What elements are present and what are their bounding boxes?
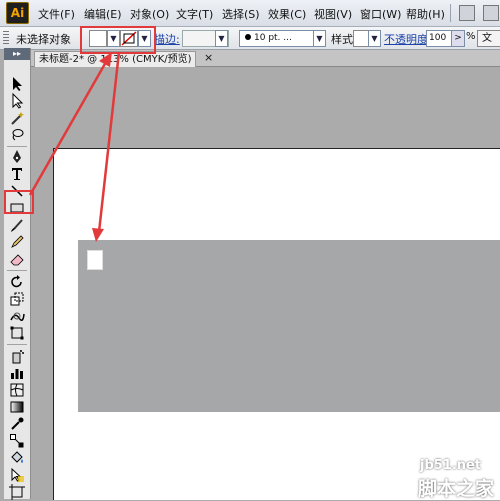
illustrator-logo: Ai — [6, 2, 29, 24]
menu-bar: Ai 文件(F) 编辑(E) 对象(O) 文字(T) 选择(S) 效果(C) 视… — [0, 0, 500, 27]
menu-file[interactable]: 文件(F) — [38, 6, 75, 22]
live-paint-bucket-tool-icon[interactable] — [9, 450, 25, 466]
control-bar: 未选择对象 ▼ ▼ 描边: ▼ 10 pt. ... ▼ 样式: ▼ 不透明度:… — [0, 27, 500, 50]
rectangle-shape[interactable] — [78, 240, 500, 412]
fill-stroke-highlight — [80, 26, 156, 54]
menu-effect[interactable]: 效果(C) — [268, 6, 306, 22]
arrange-documents-button[interactable] — [483, 5, 499, 21]
opacity-field[interactable]: 100 — [426, 30, 452, 47]
mesh-tool-icon[interactable] — [9, 382, 25, 398]
opacity-label[interactable]: 不透明度: — [384, 31, 432, 47]
toolbox-divider — [7, 344, 27, 345]
blend-tool-icon[interactable] — [9, 433, 25, 449]
pen-tool-icon[interactable] — [9, 149, 25, 165]
scale-tool-icon[interactable] — [9, 291, 25, 307]
warp-tool-icon[interactable] — [9, 308, 25, 324]
type-tool-icon[interactable] — [9, 166, 25, 182]
menu-window[interactable]: 窗口(W) — [360, 6, 401, 22]
paintbrush-tool-icon[interactable] — [9, 217, 25, 233]
magic-wand-tool-icon[interactable] — [9, 110, 25, 126]
menu-help[interactable]: 帮助(H) — [406, 6, 445, 22]
style-swatch[interactable] — [353, 30, 369, 47]
menu-edit[interactable]: 编辑(E) — [84, 6, 122, 22]
document-setup-button[interactable]: 文 — [477, 30, 500, 47]
live-paint-selection-tool-icon[interactable] — [9, 467, 25, 483]
symbol-sprayer-tool-icon[interactable] — [9, 348, 25, 364]
eraser-tool-icon[interactable] — [9, 251, 25, 267]
menu-view[interactable]: 视图(V) — [314, 6, 352, 22]
menu-object[interactable]: 对象(O) — [130, 6, 169, 22]
watermark-text: 脚本之家 — [418, 478, 495, 500]
bridge-button[interactable] — [459, 5, 475, 21]
toolbox: ▸▸ — [4, 48, 31, 500]
brush-dot-icon — [245, 34, 251, 40]
watermark-site: jb51.net — [420, 458, 482, 473]
artboard-tool-icon[interactable] — [9, 484, 25, 500]
selection-tool-icon[interactable] — [9, 76, 25, 92]
toolbox-divider — [7, 270, 27, 271]
opacity-unit: % — [466, 31, 476, 42]
toolbox-divider — [7, 146, 27, 147]
grip-icon[interactable] — [3, 31, 9, 45]
menu-type[interactable]: 文字(T) — [176, 6, 213, 22]
stroke-label[interactable]: 描边: — [154, 31, 180, 47]
menu-select[interactable]: 选择(S) — [222, 6, 260, 22]
selection-status: 未选择对象 — [16, 33, 71, 46]
stroke-weight-dropdown[interactable]: ▼ — [215, 30, 228, 47]
rotate-tool-icon[interactable] — [9, 274, 25, 290]
toolbox-header[interactable]: ▸▸ — [4, 48, 30, 60]
rectangle-tool-highlight — [4, 190, 34, 214]
white-fill-preview — [87, 250, 103, 270]
menu-separator — [450, 4, 451, 22]
close-icon[interactable]: × — [204, 51, 213, 65]
column-graph-tool-icon[interactable] — [9, 365, 25, 381]
style-dropdown[interactable]: ▼ — [368, 30, 381, 47]
gradient-tool-icon[interactable] — [9, 399, 25, 415]
lasso-tool-icon[interactable] — [9, 127, 25, 143]
direct-selection-tool-icon[interactable] — [9, 93, 25, 109]
free-transform-tool-icon[interactable] — [9, 325, 25, 341]
pencil-tool-icon[interactable] — [9, 234, 25, 250]
brush-value: 10 pt. ... — [254, 33, 292, 43]
brush-dropdown[interactable]: ▼ — [313, 30, 326, 47]
eyedropper-tool-icon[interactable] — [9, 416, 25, 432]
opacity-arrow-button[interactable]: > — [451, 30, 465, 47]
